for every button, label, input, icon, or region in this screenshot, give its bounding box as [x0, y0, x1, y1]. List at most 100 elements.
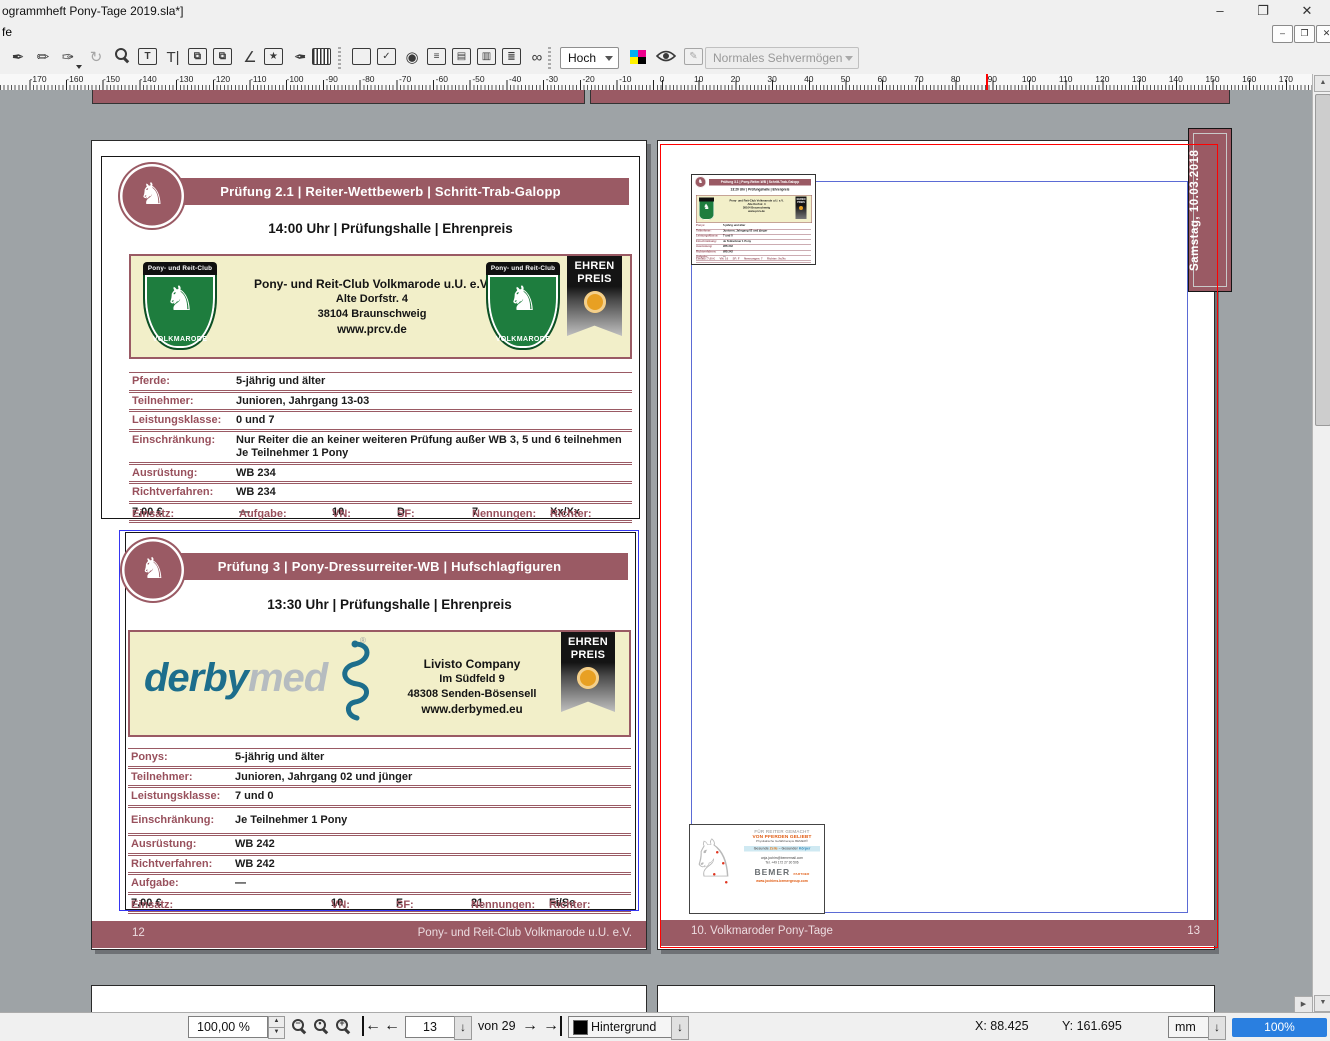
pdf-link-icon[interactable]: ∞ [527, 48, 547, 68]
page-13[interactable]: ♞ Prüfung 3.1 | Pony-Reiter-WB | Schritt… [657, 140, 1215, 950]
color-management-icon[interactable] [630, 50, 646, 64]
footer-text: 10. Volkmaroder Pony-Tage [691, 925, 833, 937]
ruler-tick-label: -160 [61, 74, 89, 84]
zoom-spin-down[interactable]: ▼ [268, 1027, 285, 1039]
next-page-button[interactable]: → [522, 1016, 538, 1036]
pruefung-thumbnail-frame[interactable]: ♞ Prüfung 3.1 | Pony-Reiter-WB | Schritt… [691, 174, 816, 265]
horse-icon: ♞ [143, 282, 217, 316]
sponsor-line: www.derbymed.eu [382, 702, 562, 718]
vision-defect-dropdown[interactable]: Normales Sehvermögen [705, 47, 859, 69]
ad-line: Physikalische Gefäßtherapie BEMER® [744, 840, 820, 843]
trademark-glyph: ® [360, 636, 366, 645]
ruler-tick-label: -10 [611, 74, 639, 84]
layer-selector[interactable]: Hintergrund [568, 1016, 672, 1038]
mdi-restore-button[interactable]: ❐ [1294, 25, 1315, 43]
ruler-tick-label: 60 [868, 74, 896, 84]
rotation-dropdown[interactable]: Hoch [560, 47, 619, 69]
page-total-label: von 29 [478, 1019, 516, 1033]
window-restore-button[interactable]: ❐ [1248, 2, 1278, 20]
scroll-up-button[interactable]: ▲ [1314, 75, 1330, 92]
status-bar: 100,00 % ▲ ▼ − • + ← ← 13 ↓ von 29 → → H… [0, 1012, 1330, 1041]
eyedropper-icon[interactable]: ✒ [290, 48, 310, 68]
pdf-text-field-icon[interactable]: ▥ [477, 48, 496, 65]
footer-text: Pony- und Reit-Club Volkmarode u.U. e.V. [418, 927, 632, 939]
pdf-combobox-icon[interactable]: ▤ [452, 48, 471, 65]
ruler-tick-label: -150 [98, 74, 126, 84]
unlink-text-frames-icon[interactable]: ⧉ [213, 48, 232, 65]
edit-text-icon[interactable]: T| [163, 48, 183, 68]
zoom-out-button[interactable]: − [292, 1019, 307, 1034]
table-summary-row: Einsatz: 7,00 € Aufgabe: — VN: 10 SF: D … [129, 504, 632, 523]
pruefung-3-frame[interactable]: Prüfung 3 | Pony-Dressurreiter-WB | Hufs… [125, 532, 636, 910]
zoom-level-input[interactable]: 100,00 % [188, 1016, 268, 1038]
pencil-tool-icon[interactable]: ✏ [33, 48, 53, 68]
card2-table: Ponys:5-jährig und älter Teilnehmer:Juni… [128, 748, 631, 914]
pdf-listbox-icon[interactable]: ≡ [427, 48, 446, 65]
page-number-input[interactable]: 13 [405, 1016, 455, 1038]
unit-selector[interactable]: mm [1168, 1016, 1209, 1038]
thumbnail-time-line: 13:20 Uhr | Prüfungshalle | Ehrenpreis [709, 188, 811, 192]
layer-dropdown-button[interactable]: ↓ [671, 1016, 689, 1040]
zoom-100-button[interactable]: • [314, 1019, 329, 1034]
sponsor-line: www.prcv.de [227, 322, 517, 338]
last-page-button[interactable]: → [543, 1016, 562, 1036]
ad-line: VON PFERDEN GELIEBT [744, 834, 820, 840]
text-frame-icon[interactable]: T [138, 48, 157, 65]
ruler-tick-label: -40 [501, 74, 529, 84]
vertical-scrollbar-thumb[interactable] [1315, 94, 1330, 426]
chevron-down-icon [845, 56, 853, 61]
layer-color-swatch [573, 1020, 588, 1035]
scroll-down-button[interactable]: ▼ [1314, 995, 1330, 1012]
ad-phone: Tel. +49 172 27 30 506 [744, 861, 820, 865]
card2-time-line: 13:30 Uhr | Prüfungshalle | Ehrenpreis [151, 597, 628, 612]
ruler-tick-label: 150 [1199, 74, 1227, 84]
mdi-close-button[interactable]: ✕ [1316, 25, 1330, 43]
club-rider-logo-icon: ♞ [695, 177, 706, 188]
previous-page-button[interactable]: ← [384, 1016, 400, 1036]
page-number: 13 [1187, 925, 1200, 937]
measure-icon[interactable]: ∠ [240, 48, 260, 68]
first-page-button[interactable]: ← [362, 1016, 381, 1036]
page-12[interactable]: Prüfung 2.1 | Reiter-Wettbewerb | Schrit… [91, 140, 647, 950]
ruler-tick-label: 90 [978, 74, 1006, 84]
table-row: Ausrüstung:WB 234 [129, 465, 632, 485]
zoom-in-button[interactable]: + [336, 1019, 351, 1034]
ruler-tick-label: 160 [1235, 74, 1263, 84]
shield-title: Pony- und Reit-Club [486, 262, 560, 276]
derbymed-logo: derbymed [144, 656, 327, 701]
sponsor-line: Alte Dorfstr. 4 [227, 292, 517, 307]
day-tab-frame[interactable]: Samstag, 10.03.2018 [1188, 128, 1232, 292]
horizontal-ruler[interactable]: -170-160-150-140-130-120-110-100-90-80-7… [0, 74, 1330, 91]
table-row: Einschränkung: Nur Reiter die an keiner … [129, 432, 632, 465]
bemer-ad-frame[interactable]: ♘ FÜR REITER GEMACHT VON PFERDEN GELIEBT… [689, 824, 825, 914]
calligraphy-tool-icon[interactable]: ✑ [58, 48, 78, 68]
vertical-scrollbar[interactable]: ▲ ▼ [1312, 74, 1330, 1012]
pdf-checkbox-icon[interactable]: ✓ [377, 48, 396, 65]
pdf-push-button-icon[interactable] [352, 48, 371, 65]
pruefung-2-1-frame[interactable]: Prüfung 2.1 | Reiter-Wettbewerb | Schrit… [101, 156, 640, 519]
preview-mode-eye-icon[interactable] [656, 49, 676, 69]
page-number-dropdown-button[interactable]: ↓ [454, 1016, 472, 1040]
ruler-tick-label: -80 [354, 74, 382, 84]
unit-dropdown-button[interactable]: ↓ [1208, 1016, 1226, 1040]
horse-rider-drawing-icon: ♘ [690, 829, 737, 889]
pdf-annotation-icon[interactable]: ≣ [502, 48, 521, 65]
page-12-footer: 12 Pony- und Reit-Club Volkmarode u.U. e… [92, 921, 646, 948]
pen-tool-icon[interactable]: ✒ [8, 48, 28, 68]
link-text-frames-icon[interactable]: ⧉ [188, 48, 207, 65]
document-canvas[interactable]: Prüfung 2.1 | Reiter-Wettbewerb | Schrit… [0, 90, 1330, 1012]
mdi-minimize-button[interactable]: – [1272, 25, 1293, 43]
edit-in-preview-icon[interactable]: ✎ [684, 48, 703, 65]
window-minimize-button[interactable]: – [1205, 2, 1235, 20]
sponsor-line: Im Südfeld 9 [382, 672, 562, 687]
thumbnail-summary-row: Einsatz: 7,00 € VN: 10 SF: F Nennungen: … [696, 257, 811, 262]
zoom-tool-icon[interactable] [112, 48, 132, 68]
render-frame-icon[interactable]: ★ [264, 48, 283, 65]
rotate-tool-icon[interactable]: ↻ [86, 48, 106, 68]
pdf-radio-button-icon[interactable]: ◉ [402, 48, 422, 68]
barcode-icon[interactable] [312, 48, 331, 65]
window-close-button[interactable]: ✕ [1292, 2, 1322, 20]
ruler-tick-label: 120 [1088, 74, 1116, 84]
menu-item-truncated[interactable]: fe [2, 25, 12, 39]
card2-title-banner: Prüfung 3 | Pony-Dressurreiter-WB | Hufs… [151, 553, 628, 580]
